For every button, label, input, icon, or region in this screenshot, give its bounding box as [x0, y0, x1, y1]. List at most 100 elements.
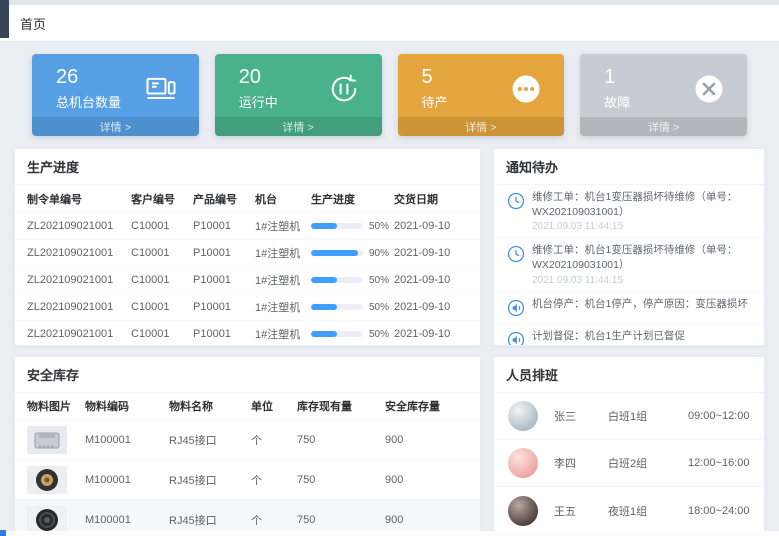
content-area: 26 总机台数量 详情 > 20 运行中: [0, 42, 779, 534]
col-header: 物料图片: [27, 398, 85, 414]
col-header: 制令单编号: [27, 191, 131, 207]
notice-item[interactable]: 维修工单：机台1变压器损坏待维修（单号：WX202109031001） 2021…: [494, 185, 764, 238]
notice-item[interactable]: 机台停产：机台1停产，停产原因：变压器损坏: [494, 292, 764, 324]
inventory-row: M100001 RJ45接口 个 750 900: [15, 499, 480, 534]
material-name: RJ45接口: [169, 512, 251, 528]
staff-time: 18:00~24:00: [688, 505, 749, 517]
product-no: P10001: [193, 301, 255, 313]
notice-body: 机台停产：机台1停产，停产原因：变压器损坏: [532, 297, 748, 318]
staff-time: 09:00~12:00: [688, 410, 749, 422]
stock-current: 750: [297, 514, 385, 526]
pending-icon: [508, 71, 544, 107]
stat-card-total-machines[interactable]: 26 总机台数量 详情 >: [32, 54, 199, 136]
notice-text: 计划督促：机台1生产计划已督促: [532, 329, 685, 344]
rj45-photo: [27, 426, 67, 454]
material-unit: 个: [251, 472, 297, 488]
progress-fill: [311, 331, 337, 337]
stat-card-fault[interactable]: 1 故障 详情 >: [580, 54, 747, 136]
staff-time: 12:00~16:00: [688, 457, 749, 469]
machine: 1#注塑机: [255, 326, 311, 342]
delivery-date: 2021-09-10: [394, 274, 468, 286]
material-code: M100001: [85, 514, 169, 526]
sidebar-edge: [0, 0, 9, 38]
avatar: [508, 496, 538, 526]
notice-time: 2021.09.03 11:44:15: [532, 345, 685, 346]
progress-bar: 50%: [311, 221, 394, 232]
card-body: 5 待产: [398, 54, 565, 111]
progress-track: [311, 277, 363, 283]
stat-label: 待产: [422, 92, 448, 111]
notices-title: 通知待办: [494, 149, 764, 185]
col-header: 物料编码: [85, 398, 169, 414]
stat-label: 总机台数量: [56, 92, 121, 111]
production-row: ZL202109021001 C10001 P10001 1#注塑机 50% 2…: [15, 266, 480, 293]
inventory-panel: 安全库存 物料图片 物料编码 物料名称 单位 库存现有量 安全库存量 M1000…: [14, 356, 481, 534]
progress-label: 50%: [369, 302, 389, 313]
bottom-accent: [0, 530, 6, 536]
card-detail-link[interactable]: 详情 >: [32, 117, 199, 136]
stock-safety: 900: [385, 474, 468, 486]
production-panel: 生产进度 制令单编号 客户编号 产品编号 机台 生产进度 交货日期 ZL2021…: [14, 148, 481, 346]
order-no: ZL202109021001: [27, 220, 131, 232]
staff-name: 王五: [554, 503, 608, 519]
progress-label: 90%: [369, 248, 389, 259]
connector-photo: [27, 466, 67, 494]
order-no: ZL202109021001: [27, 247, 131, 259]
material-unit: 个: [251, 512, 297, 528]
progress-label: 50%: [369, 275, 389, 286]
card-detail-link[interactable]: 详情 >: [398, 117, 565, 136]
product-no: P10001: [193, 247, 255, 259]
notice-text: 维修工单：机台1变压器损坏待维修（单号：WX202109031001）: [532, 243, 754, 272]
stat-value: 5: [422, 66, 448, 88]
product-no: P10001: [193, 274, 255, 286]
col-header: 物料名称: [169, 398, 251, 414]
delivery-date: 2021-09-10: [394, 247, 468, 259]
progress-fill: [311, 304, 337, 310]
material-code: M100001: [85, 434, 169, 446]
stat-label: 故障: [604, 92, 630, 111]
card-body: 1 故障: [580, 54, 747, 111]
schedule-row: 李四 白班2组 12:00~16:00: [494, 440, 764, 487]
notice-item[interactable]: 维修工单：机台1变压器损坏待维修（单号：WX202109031001） 2021…: [494, 238, 764, 291]
production-row: ZL202109021001 C10001 P10001 1#注塑机 90% 2…: [15, 239, 480, 266]
speaker-icon: [506, 330, 526, 346]
machine: 1#注塑机: [255, 272, 311, 288]
progress-bar: 50%: [311, 275, 394, 286]
notice-item[interactable]: 计划督促：机台1生产计划已督促 2021.09.03 11:44:15: [494, 324, 764, 346]
stat-value: 20: [239, 66, 278, 88]
col-header: 生产进度: [311, 191, 394, 207]
stat-card-running[interactable]: 20 运行中 详情 >: [215, 54, 382, 136]
notices-panel: 通知待办 维修工单：机台1变压器损坏待维修（单号：WX202109031001）…: [493, 148, 765, 346]
card-detail-link[interactable]: 详情 >: [215, 117, 382, 136]
staff-name: 张三: [554, 408, 608, 424]
inventory-row: M100001 RJ45接口 个 750 900: [15, 419, 480, 459]
stats-row: 26 总机台数量 详情 > 20 运行中: [32, 54, 747, 136]
schedule-row: 王五 夜班1组 18:00~24:00: [494, 487, 764, 534]
production-row: ZL202109021001 C10001 P10001 1#注塑机 50% 2…: [15, 320, 480, 346]
schedule-row: 张三 白班1组 09:00~12:00: [494, 393, 764, 440]
notice-body: 计划督促：机台1生产计划已督促 2021.09.03 11:44:15: [532, 329, 685, 346]
stock-safety: 900: [385, 514, 468, 526]
card-detail-link[interactable]: 详情 >: [580, 117, 747, 136]
notice-time: 2021.09.03 11:44:15: [532, 221, 754, 232]
staff-shift: 夜班1组: [608, 503, 688, 519]
customer-no: C10001: [131, 247, 193, 259]
row-inventory-schedule: 安全库存 物料图片 物料编码 物料名称 单位 库存现有量 安全库存量 M1000…: [14, 356, 765, 534]
dashboard-page: 首页 26 总机台数量 详情 > 20: [0, 0, 779, 534]
col-header: 交货日期: [394, 191, 468, 207]
card-body: 20 运行中: [215, 54, 382, 111]
avatar: [508, 448, 538, 478]
col-header: 单位: [251, 398, 297, 414]
staff-shift: 白班1组: [608, 408, 688, 424]
staff-name: 李四: [554, 455, 608, 471]
notice-text: 维修工单：机台1变压器损坏待维修（单号：WX202109031001）: [532, 190, 754, 219]
progress-track: [311, 223, 363, 229]
notice-text: 机台停产：机台1停产，停产原因：变压器损坏: [532, 297, 748, 312]
progress-bar: 90%: [311, 248, 394, 259]
material-name: RJ45接口: [169, 432, 251, 448]
product-no: P10001: [193, 328, 255, 340]
stat-card-pending[interactable]: 5 待产 详情 >: [398, 54, 565, 136]
col-header: 机台: [255, 191, 311, 207]
tab-home[interactable]: 首页: [20, 14, 46, 33]
customer-no: C10001: [131, 220, 193, 232]
